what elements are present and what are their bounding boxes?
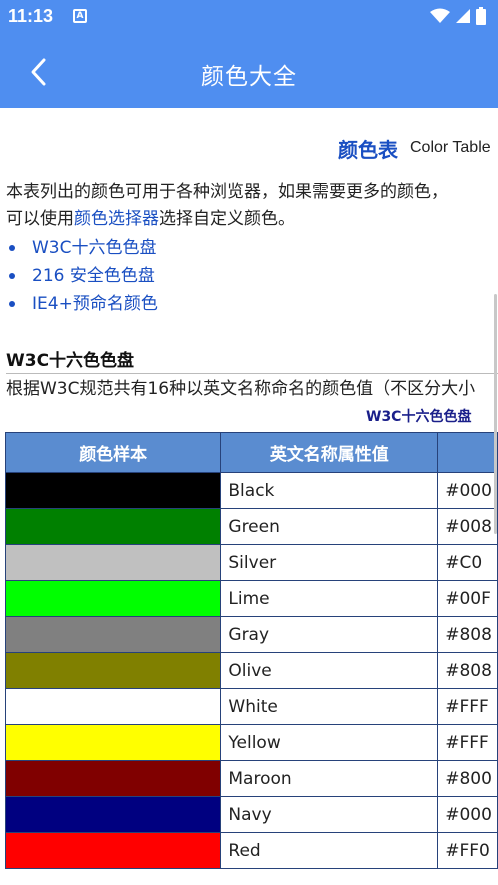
notification-a-icon: A <box>73 9 87 23</box>
color-table: 颜色样本 英文名称属性值 Black #000 Green #008 Silver #C0… <box>4 432 498 869</box>
header-swatch: 颜色样本 <box>4 432 222 473</box>
section-title: W3C十六色色盘 <box>6 351 135 371</box>
color-swatch <box>4 760 222 797</box>
signal-icon <box>456 9 470 23</box>
color-name: Navy <box>220 796 439 833</box>
color-swatch <box>4 688 222 725</box>
color-name: Green <box>220 508 439 545</box>
wifi-icon <box>430 8 450 23</box>
divider <box>6 373 498 374</box>
bullet-icon <box>9 245 15 251</box>
intro-line-1: 本表列出的颜色可用于各种浏览器，如果需要更多的颜色， <box>6 182 448 202</box>
color-value: #FFF <box>437 724 498 761</box>
web-content: 颜色表 Color Table 本表列出的颜色可用于各种浏览器，如果需要更多的颜… <box>0 108 498 885</box>
link-w3c-16[interactable]: W3C十六色色盘 <box>32 234 157 262</box>
color-name: Yellow <box>220 724 439 761</box>
color-name: Gray <box>220 616 439 653</box>
color-value: #008 <box>437 508 498 545</box>
color-value: #000 <box>437 472 498 509</box>
color-name: Maroon <box>220 760 439 797</box>
battery-icon <box>476 7 486 25</box>
color-name: Olive <box>220 652 439 689</box>
header-value <box>437 432 498 473</box>
heading-cn: 颜色表 <box>338 138 398 162</box>
table-row: Black #000 <box>4 472 498 509</box>
list-item[interactable]: IE4+预命名颜色 <box>6 290 158 318</box>
color-swatch <box>4 832 222 869</box>
table-row: Red #FF0 <box>4 832 498 869</box>
color-name: Red <box>220 832 439 869</box>
heading-en: Color Table <box>410 139 491 156</box>
color-swatch <box>4 616 222 653</box>
color-swatch <box>4 796 222 833</box>
link-ie4-named[interactable]: IE4+预命名颜色 <box>32 290 158 318</box>
table-row: Yellow #FFF <box>4 724 498 761</box>
status-bar: 11:13 A <box>0 0 498 34</box>
page-title: 颜色大全 <box>201 64 297 90</box>
intro-line-2-pre: 可以使用 <box>6 209 74 229</box>
color-picker-link[interactable]: 颜色选择器 <box>74 209 159 229</box>
color-value: #800 <box>437 760 498 797</box>
table-row: Gray #808 <box>4 616 498 653</box>
table-row: Lime #00F <box>4 580 498 617</box>
color-swatch <box>4 652 222 689</box>
intro-line-2: 可以使用颜色选择器选择自定义颜色。 <box>6 206 498 233</box>
table-row: Green #008 <box>4 508 498 545</box>
bullet-icon <box>9 301 15 307</box>
intro-paragraph: 本表列出的颜色可用于各种浏览器，如果需要更多的颜色， 可以使用颜色选择器选择自定… <box>6 179 498 233</box>
status-time: 11:13 <box>8 6 54 26</box>
color-swatch <box>4 508 222 545</box>
color-swatch <box>4 544 222 581</box>
table-row: White #FFF <box>4 688 498 725</box>
color-value: #808 <box>437 616 498 653</box>
table-row: Silver #C0 <box>4 544 498 581</box>
color-value: #C0 <box>437 544 498 581</box>
color-name: White <box>220 688 439 725</box>
section-description: 根据W3C规范共有16种以英文名称命名的颜色值（不区分大小 <box>6 379 476 399</box>
color-name: Silver <box>220 544 439 581</box>
color-name: Black <box>220 472 439 509</box>
color-value: #FF0 <box>437 832 498 869</box>
color-value: #FFF <box>437 688 498 725</box>
bullet-icon <box>9 273 15 279</box>
table-caption: W3C十六色色盘 <box>366 409 472 425</box>
color-value: #808 <box>437 652 498 689</box>
color-value: #000 <box>437 796 498 833</box>
scrollbar[interactable] <box>494 294 497 534</box>
color-value: #00F <box>437 580 498 617</box>
heading-row: 颜色表 Color Table <box>0 134 498 164</box>
header-name: 英文名称属性值 <box>220 432 439 473</box>
table-header-row: 颜色样本 英文名称属性值 <box>4 432 498 473</box>
link-216-safe[interactable]: 216 安全色色盘 <box>32 262 155 290</box>
list-item[interactable]: 216 安全色色盘 <box>6 262 158 290</box>
color-swatch <box>4 472 222 509</box>
table-row: Navy #000 <box>4 796 498 833</box>
list-item[interactable]: W3C十六色色盘 <box>6 234 158 262</box>
app-bar: 颜色大全 <box>0 34 498 108</box>
color-swatch <box>4 724 222 761</box>
color-name: Lime <box>220 580 439 617</box>
intro-line-2-post: 选择自定义颜色。 <box>159 209 295 229</box>
table-row: Maroon #800 <box>4 760 498 797</box>
color-swatch <box>4 580 222 617</box>
status-icons <box>430 7 486 25</box>
table-row: Olive #808 <box>4 652 498 689</box>
section-links: W3C十六色色盘 216 安全色色盘 IE4+预命名颜色 <box>6 234 158 318</box>
